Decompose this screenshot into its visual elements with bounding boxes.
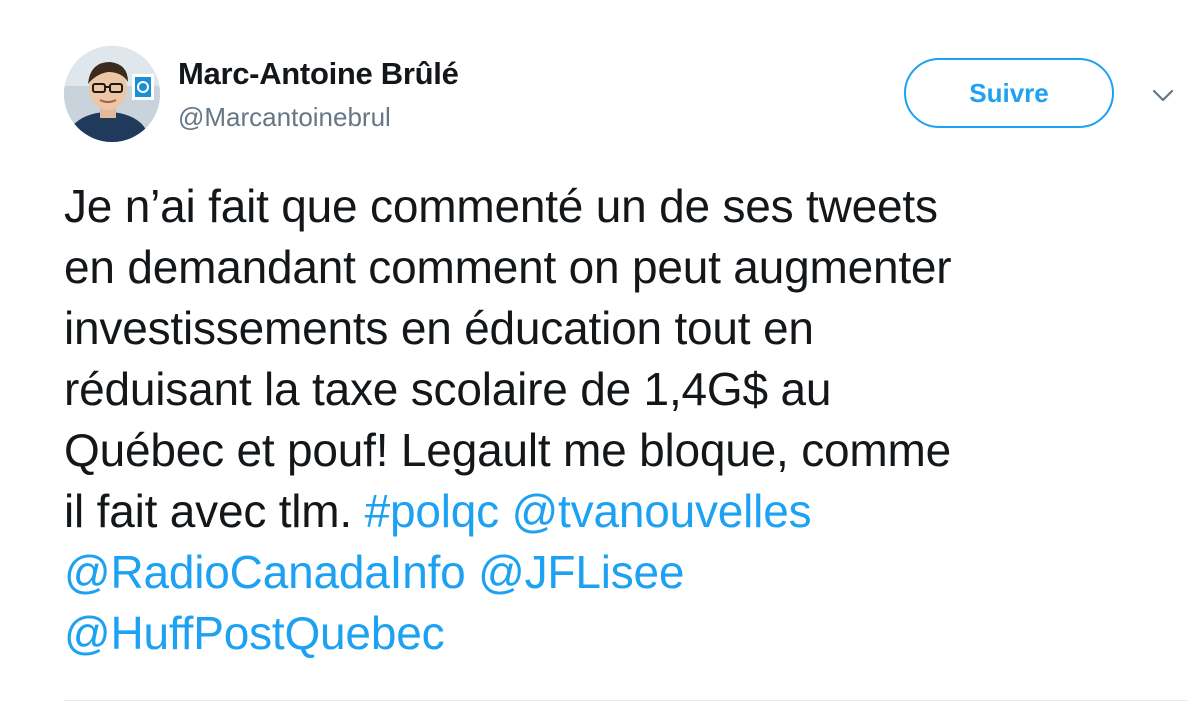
tweet-text: Je n’ai fait que commenté un de ses twee… [64, 176, 1164, 664]
tweet-line-text: il fait avec tlm. [64, 485, 353, 537]
tweet-line: en demandant comment on peut augmenter [64, 241, 952, 293]
mention-link[interactable]: @HuffPostQuebec [64, 607, 445, 659]
avatar-image [64, 46, 160, 142]
mention-link[interactable]: @RadioCanadaInfo [64, 546, 466, 598]
user-name[interactable]: Marc-Antoine Brûlé [178, 56, 459, 92]
follow-button[interactable]: Suivre [904, 58, 1114, 128]
tweet-card: Marc-Antoine Brûlé @Marcantoinebrul Suiv… [0, 0, 1188, 704]
user-handle[interactable]: @Marcantoinebrul [178, 102, 391, 133]
tweet-line: @HuffPostQuebec [64, 603, 1164, 664]
tweet-line: réduisant la taxe scolaire de 1,4G$ au [64, 363, 832, 415]
hashtag-link[interactable]: #polqc [365, 485, 500, 537]
tweet-line: @RadioCanadaInfo @JFLisee [64, 542, 1164, 603]
divider [64, 700, 1188, 701]
mention-link[interactable]: @tvanouvelles [512, 485, 812, 537]
tweet-line: Je n’ai fait que commenté un de ses twee… [64, 180, 938, 232]
tweet-line: Québec et pouf! Legault me bloque, comme [64, 424, 952, 476]
mention-link[interactable]: @JFLisee [478, 546, 684, 598]
avatar[interactable] [64, 46, 160, 142]
tweet-line: investissements en éducation tout en [64, 302, 814, 354]
chevron-down-icon[interactable] [1150, 82, 1176, 108]
tweet-line: il fait avec tlm. #polqc @tvanouvelles [64, 481, 1164, 542]
